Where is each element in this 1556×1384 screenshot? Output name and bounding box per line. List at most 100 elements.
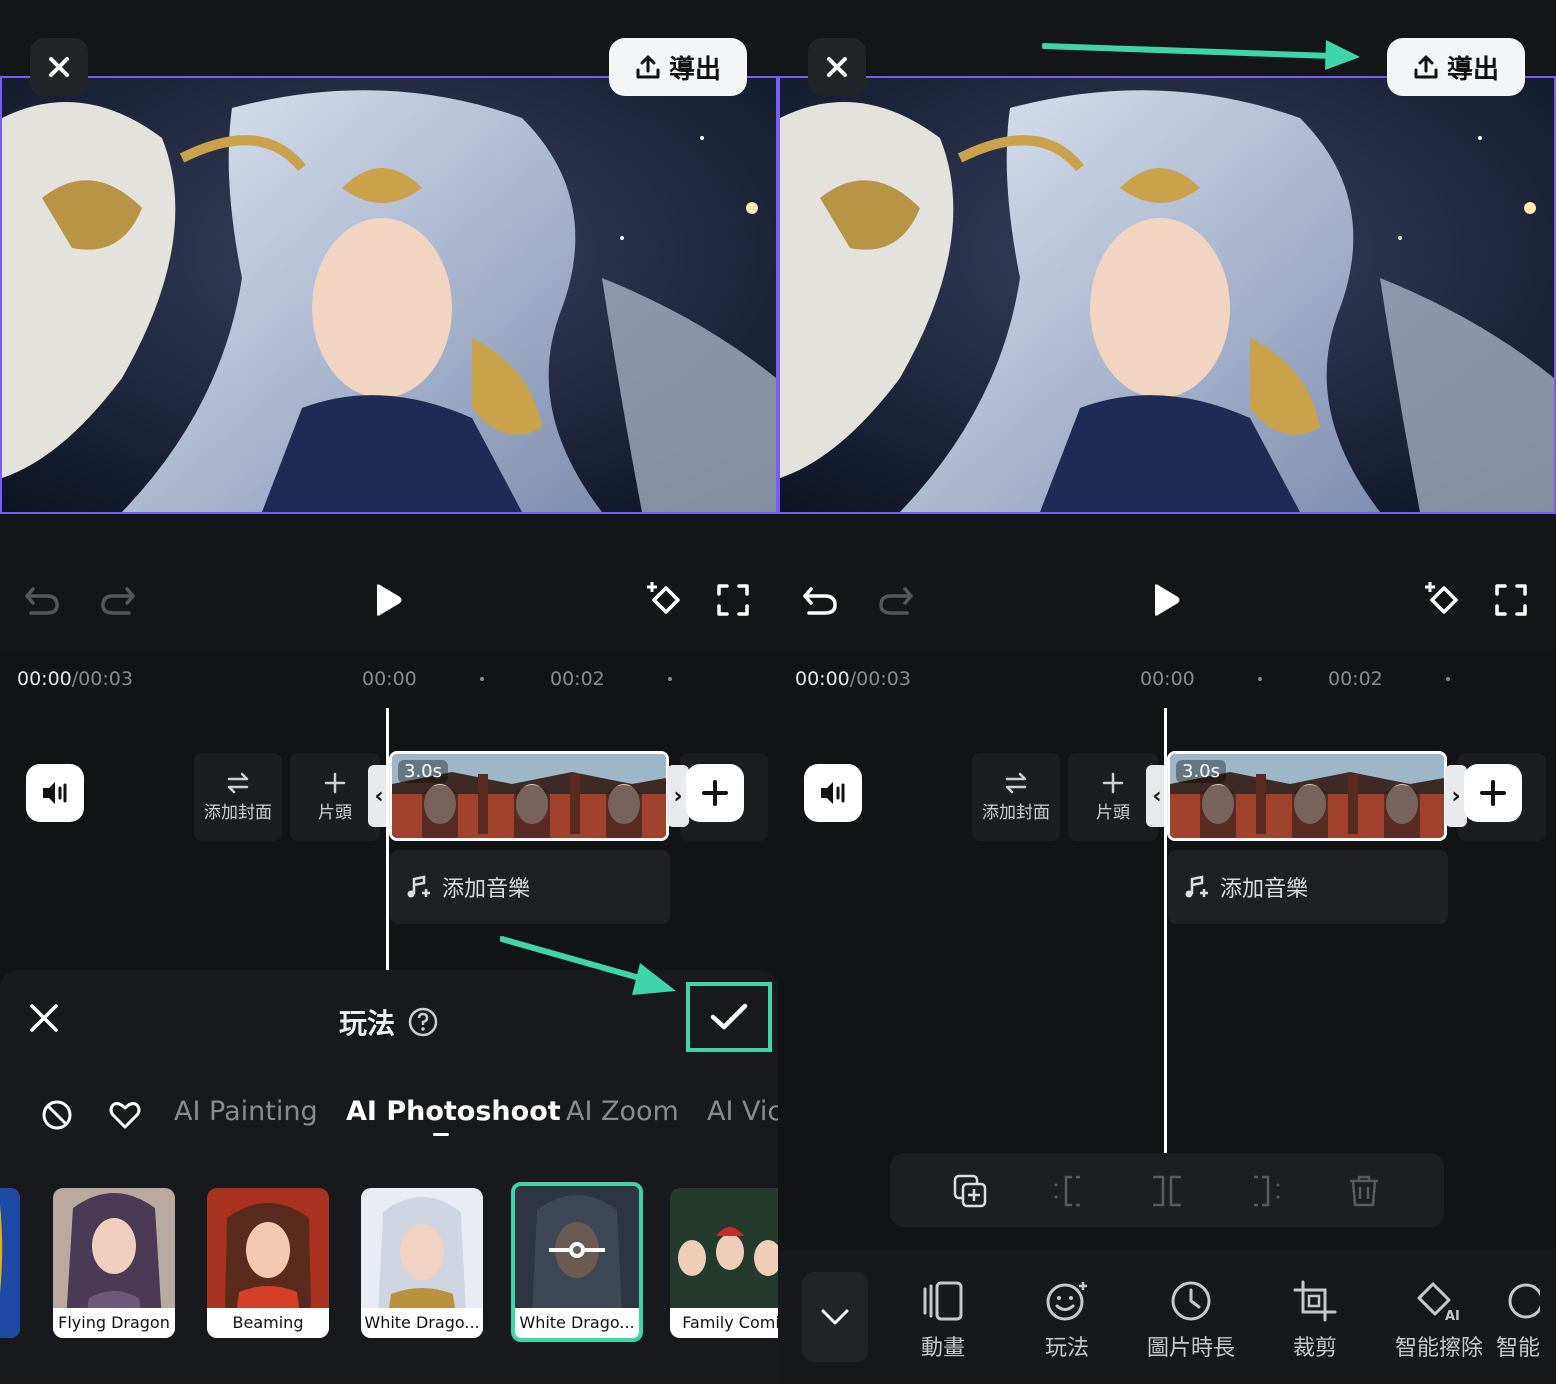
intro-label: 片頭	[1096, 802, 1130, 823]
split-right-icon	[1254, 1175, 1280, 1207]
plus-icon	[324, 772, 346, 793]
timeline: 00:00/00:03 00:00 00:02 添加封面 片頭 3.0s ‹ ›…	[778, 650, 1556, 1384]
swap-icon	[227, 772, 249, 793]
duplicate-button[interactable]	[950, 1171, 990, 1211]
tool-duration[interactable]: 圖片時長	[1141, 1280, 1241, 1362]
template-card[interactable]: Flying Dragon	[53, 1188, 175, 1338]
export-button[interactable]: 導出	[1387, 38, 1525, 96]
add-music-button[interactable]: 添加音樂	[1168, 850, 1448, 924]
help-icon[interactable]	[407, 1006, 439, 1038]
timecode: 00:00/00:03	[17, 668, 133, 690]
heart-icon	[109, 1102, 141, 1129]
active-tab-indicator	[433, 1133, 449, 1136]
mute-original-button[interactable]	[26, 764, 84, 822]
add-cover-button[interactable]: 添加封面	[972, 753, 1060, 841]
split-left-icon	[1054, 1175, 1080, 1207]
split-right-button[interactable]	[1246, 1171, 1286, 1211]
playhead[interactable]	[1164, 708, 1167, 1153]
keyframe-button[interactable]	[640, 576, 688, 624]
tool-animation[interactable]: 動畫	[893, 1280, 993, 1362]
sheet-title: 玩法	[0, 1002, 778, 1042]
tick-dot	[480, 677, 484, 681]
video-preview[interactable]	[0, 76, 778, 514]
template-card[interactable]	[0, 1188, 20, 1338]
plus-icon	[702, 780, 728, 806]
delete-button[interactable]	[1344, 1171, 1384, 1211]
template-card[interactable]: Family Comi	[670, 1188, 778, 1338]
template-name: Flying Dragon	[53, 1308, 175, 1338]
playback-controls	[0, 560, 778, 644]
add-intro-button[interactable]: 片頭	[1068, 753, 1158, 841]
export-label: 導出	[668, 54, 721, 85]
play-icon	[377, 584, 402, 616]
undo-button[interactable]	[18, 576, 66, 624]
template-card[interactable]: White Drago...	[361, 1188, 483, 1338]
music-note-icon	[407, 875, 430, 898]
plus-icon	[1480, 780, 1506, 806]
add-cover-button[interactable]: 添加封面	[194, 753, 282, 841]
timecode: 00:00/00:03	[795, 668, 911, 690]
template-name: Family Comi	[670, 1308, 778, 1338]
add-music-button[interactable]: 添加音樂	[390, 850, 670, 924]
favorites-button[interactable]	[108, 1098, 142, 1136]
tool-effects[interactable]: 玩法	[1017, 1280, 1117, 1362]
clip-duration: 3.0s	[398, 760, 449, 783]
add-clip-button[interactable]	[1464, 764, 1522, 822]
add-music-label: 添加音樂	[1220, 877, 1309, 902]
keyframe-icon	[1425, 582, 1458, 614]
keyframe-button[interactable]	[1418, 576, 1466, 624]
video-preview[interactable]	[778, 76, 1556, 514]
preview-image	[780, 78, 1554, 512]
export-button[interactable]: 導出	[609, 38, 747, 96]
check-icon	[710, 1003, 748, 1030]
current-time: 00:00	[17, 668, 72, 690]
mute-original-button[interactable]	[804, 764, 862, 822]
add-cover-label: 添加封面	[204, 802, 272, 823]
tab-ai-zoom[interactable]: AI Zoom	[566, 1096, 679, 1127]
upload-icon	[1414, 55, 1438, 79]
undo-button[interactable]	[796, 576, 844, 624]
template-thumbnail	[0, 1188, 20, 1338]
split-left-button[interactable]	[1048, 1171, 1088, 1211]
redo-button[interactable]	[94, 576, 142, 624]
tab-ai-video[interactable]: AI Vic	[707, 1096, 778, 1127]
tab-ai-photoshoot[interactable]: AI Photoshoot	[346, 1096, 561, 1127]
close-button[interactable]	[808, 38, 866, 96]
template-card-selected[interactable]: White Drago...	[511, 1182, 643, 1342]
annotation-arrow	[1042, 40, 1360, 70]
redo-button[interactable]	[872, 576, 920, 624]
fullscreen-button[interactable]	[1487, 576, 1535, 624]
none-button[interactable]	[40, 1098, 74, 1136]
add-intro-button[interactable]: 片頭	[290, 753, 380, 841]
ai-erase-icon: AI	[1417, 1282, 1460, 1322]
animation-icon	[923, 1281, 963, 1321]
upload-icon	[636, 55, 660, 79]
volume-icon	[43, 782, 67, 804]
effects-icon	[1046, 1282, 1087, 1321]
close-icon	[827, 57, 847, 77]
clip-edit-bar	[890, 1153, 1444, 1227]
current-time: 00:00	[795, 668, 850, 690]
intro-label: 片頭	[318, 802, 352, 823]
play-button[interactable]	[1142, 576, 1190, 624]
video-clip[interactable]: 3.0s	[389, 751, 669, 841]
add-music-label: 添加音樂	[442, 877, 531, 902]
video-clip[interactable]: 3.0s	[1167, 751, 1447, 841]
close-button[interactable]	[30, 38, 88, 96]
collapse-button[interactable]	[802, 1272, 868, 1362]
undo-icon	[25, 587, 59, 615]
split-button[interactable]	[1147, 1171, 1187, 1211]
music-note-icon	[1185, 875, 1208, 898]
add-clip-button[interactable]	[686, 764, 744, 822]
tab-ai-painting[interactable]: AI Painting	[174, 1096, 318, 1127]
play-button[interactable]	[364, 576, 412, 624]
tool-ai-erase[interactable]: AI 智能擦除	[1389, 1280, 1489, 1362]
tool-crop[interactable]: 裁剪	[1265, 1280, 1365, 1362]
template-card[interactable]: Beaming	[207, 1188, 329, 1338]
fullscreen-button[interactable]	[709, 576, 757, 624]
right-screen: 導出 00:00/00:03 00:00 00:02 添加封面 片頭 3.0s …	[778, 0, 1556, 1384]
tool-smart[interactable]: 智能	[1496, 1280, 1556, 1362]
confirm-button[interactable]	[686, 982, 772, 1052]
tick-dot	[668, 677, 672, 681]
tick-label: 00:00	[1140, 668, 1195, 690]
